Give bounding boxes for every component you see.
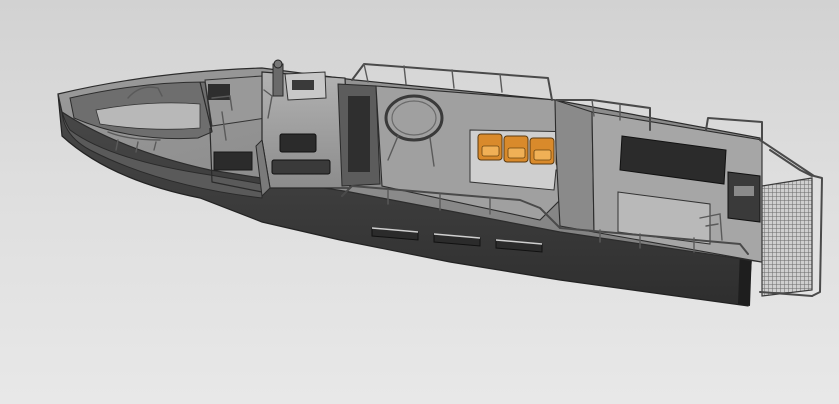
seat [529,137,555,165]
seat [477,133,503,161]
boat-model[interactable] [0,0,839,404]
3d-viewport[interactable] [0,0,839,404]
seat [503,135,529,163]
swim-platform [759,139,823,297]
